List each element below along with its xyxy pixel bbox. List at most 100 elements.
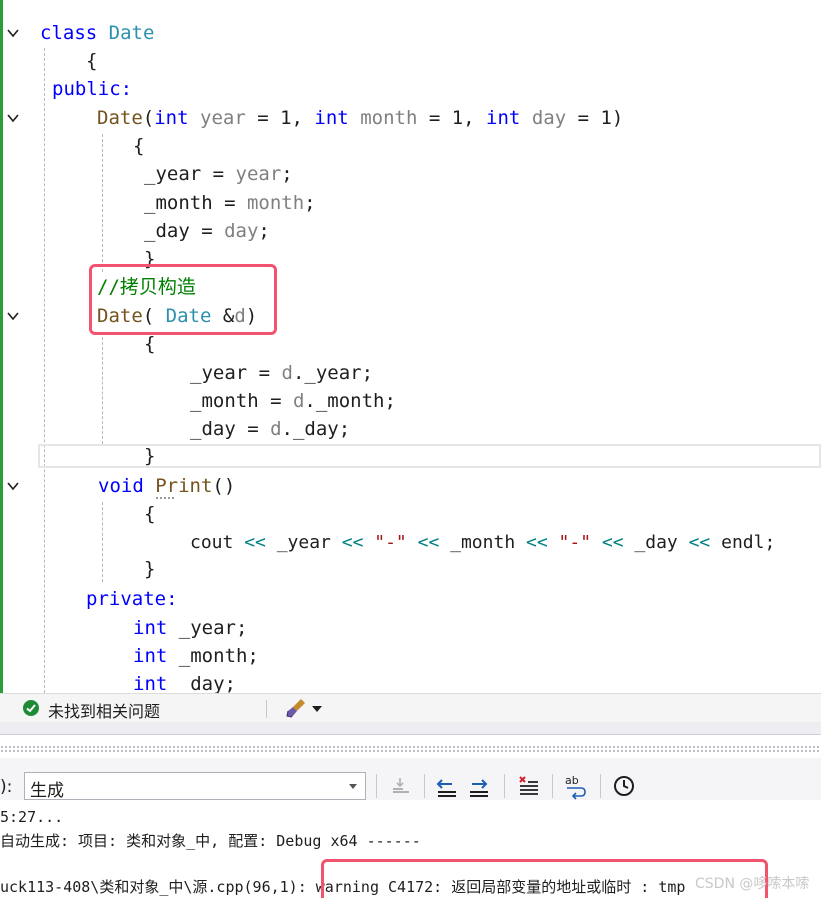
copy-constructor-highlight-box [89,264,277,335]
chevron-down-icon[interactable] [349,784,357,789]
code-token: _day = [144,220,225,242]
code-token: _month = [190,390,293,412]
code-line: _year = d._year; [190,361,373,385]
code-line: Date(int year = 1, int month = 1, int da… [97,106,623,130]
code-token: << [688,532,711,553]
code-token: _day [623,532,689,553]
output-line: 自动生成: 项目: 类和对象_中, 配置: Debug x64 ------ [0,832,421,850]
code-line: _year = year; [144,162,293,186]
code-token: ._day; [281,418,351,440]
editor-status-bar: 未找到相关问题 [0,693,821,723]
fold-chevron-icon[interactable] [6,479,20,493]
code-token: _year = [190,362,282,384]
code-token: month [246,192,305,214]
code-token: day [224,220,259,242]
indent-guide [102,502,103,582]
code-line: private: [86,588,178,610]
code-token: = 1, [417,107,487,129]
next-message-icon[interactable] [466,772,492,800]
code-token: "-" [547,532,602,553]
code-token: = 1) [566,107,624,129]
code-line: _month = d._month; [190,389,396,413]
code-token: () [212,475,236,497]
code-line: cout << _year << "-" << _month << "-" <<… [190,531,775,555]
code-token: ._year; [292,362,374,384]
code-token: Date [108,22,155,44]
code-line: int _year; [133,616,247,640]
code-token: d [270,418,282,440]
chevron-down-icon[interactable] [312,706,322,712]
code-token: << [341,532,364,553]
code-line: { [144,503,156,525]
output-line: 5:27... [0,808,64,826]
code-token: ; [281,163,293,185]
code-line: } [144,445,156,467]
code-line: { [86,50,98,72]
code-token: d [292,390,305,412]
output-source-label: ): [0,777,13,797]
code-cleanup-brush-icon[interactable] [285,697,309,723]
fold-chevron-icon[interactable] [6,111,20,125]
code-token: << [601,532,624,553]
code-line: { [144,333,156,355]
code-token: int [133,645,168,667]
code-line: { [133,135,145,157]
code-token: int [314,107,349,129]
code-token: int [486,107,521,129]
code-token: ._month; [304,390,396,412]
code-token: = 1, [245,107,315,129]
check-circle-icon [23,700,39,716]
code-token: ; [304,192,316,214]
divider [266,700,267,718]
code-token: _month = [144,192,247,214]
code-token: day [531,107,567,129]
code-token: << [526,532,548,553]
code-token: int [133,617,168,639]
issues-status-text[interactable]: 未找到相关问题 [48,698,160,722]
svg-text:ab: ab [565,774,579,787]
divider [552,774,553,798]
code-line: _month = month; [144,191,316,215]
code-token: void [98,475,144,497]
code-line: int _month; [133,644,259,668]
panel-splitter[interactable] [0,722,821,735]
code-editor[interactable]: class Date { public: Date(int year = 1, … [0,0,821,693]
code-token: _year; [167,617,248,639]
suggestion-dots[interactable] [156,497,174,499]
output-source-value: 生成 [30,781,64,801]
code-token: int [133,673,168,693]
code-token: _day; [167,673,236,693]
output-source-select[interactable]: 生成 [24,772,366,801]
indent-guide [102,332,103,444]
code-line: } [144,558,156,580]
code-token: "-" [363,532,418,553]
fold-chevron-icon[interactable] [6,26,20,40]
code-line: void Print() [98,474,235,498]
code-token: year [235,163,282,185]
code-token: class [40,22,98,44]
code-token: year [200,107,246,129]
clear-all-icon[interactable] [516,772,542,800]
previous-message-icon[interactable] [434,772,460,800]
divider [376,774,377,798]
code-line: class Date [40,21,154,45]
fold-chevron-icon[interactable] [6,309,20,323]
code-token: _year = [144,163,236,185]
watermark: CSDN @哆嗦本嗦 [695,876,810,892]
indent-guide [102,134,103,272]
code-line: _day = d._day; [190,417,350,441]
code-line: _day = day; [144,219,270,243]
code-token: << [417,532,440,553]
divider [600,774,601,798]
divider [424,774,425,798]
code-token: ; [258,220,270,242]
code-token: ( [142,107,155,129]
panel-grip[interactable] [0,745,821,753]
clock-icon[interactable] [611,772,637,800]
find-message-icon[interactable] [388,772,414,800]
code-token: _month [439,532,526,553]
word-wrap-icon[interactable]: ab [563,772,589,800]
code-token: d [281,362,293,384]
code-line: public: [52,78,133,100]
divider [504,774,505,798]
